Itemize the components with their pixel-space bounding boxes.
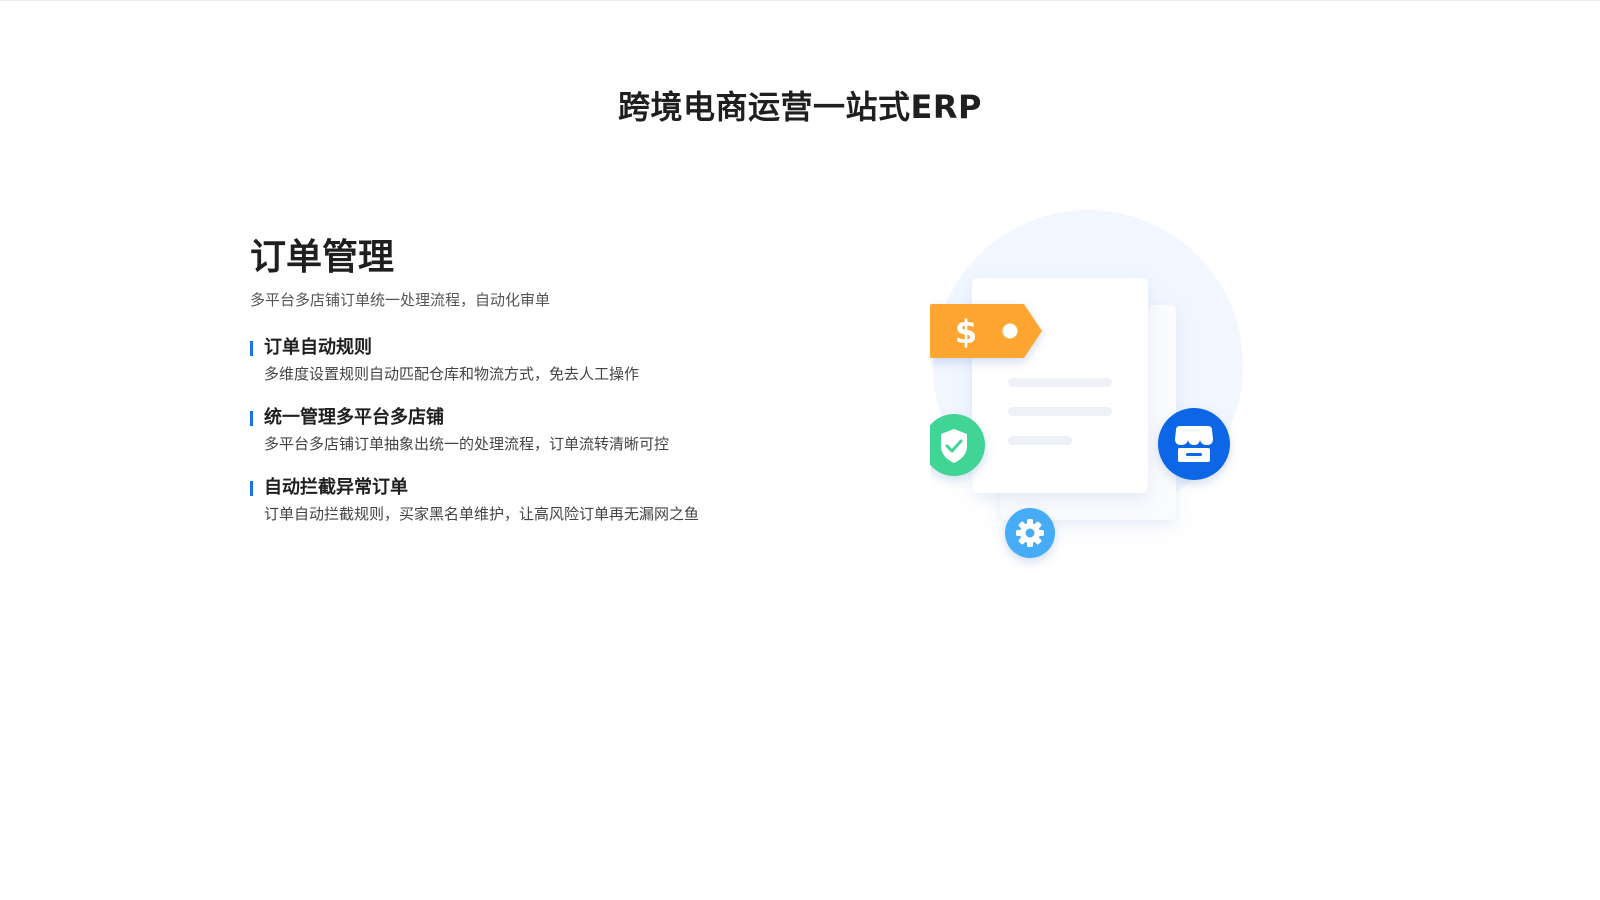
illustration-svg: $: [930, 210, 1243, 558]
order-management-block: 订单管理 多平台多店铺订单统一处理流程，自动化审单 订单自动规则 多维度设置规则…: [250, 236, 810, 524]
feature-description: 多维度设置规则自动匹配仓库和物流方式，免去人工操作: [264, 365, 640, 383]
feature-title: 订单自动规则: [264, 337, 372, 358]
feature-accent-bar: [250, 481, 253, 496]
block-title: 订单管理: [250, 237, 395, 278]
block-subtitle: 多平台多店铺订单统一处理流程，自动化审单: [250, 291, 551, 309]
gear-icon: [1005, 508, 1055, 558]
feature-item: 订单自动规则 多维度设置规则自动匹配仓库和物流方式，免去人工操作: [250, 336, 810, 384]
price-tag-icon: $: [930, 304, 1042, 358]
feature-title: 自动拦截异常订单: [264, 477, 408, 498]
price-symbol: $: [955, 313, 977, 351]
page: 跨境电商运营一站式ERP 订单管理 多平台多店铺订单统一处理流程，自动化审单 订…: [0, 0, 1600, 900]
feature-item: 统一管理多平台多店铺 多平台多店铺订单抽象出统一的处理流程，订单流转清晰可控: [250, 406, 810, 454]
feature-title: 统一管理多平台多店铺: [264, 407, 444, 428]
divider: [0, 0, 1600, 1]
feature-item: 自动拦截异常订单 订单自动拦截规则，买家黑名单维护，让高风险订单再无漏网之鱼: [250, 476, 810, 524]
feature-description: 订单自动拦截规则，买家黑名单维护，让高风险订单再无漏网之鱼: [264, 505, 700, 523]
feature-description: 多平台多店铺订单抽象出统一的处理流程，订单流转清晰可控: [264, 435, 670, 453]
feature-accent-bar: [250, 411, 253, 426]
store-icon: [1158, 408, 1230, 480]
order-illustration: $: [930, 200, 1270, 580]
feature-accent-bar: [250, 341, 253, 356]
section-title: 跨境电商运营一站式ERP: [618, 88, 982, 126]
